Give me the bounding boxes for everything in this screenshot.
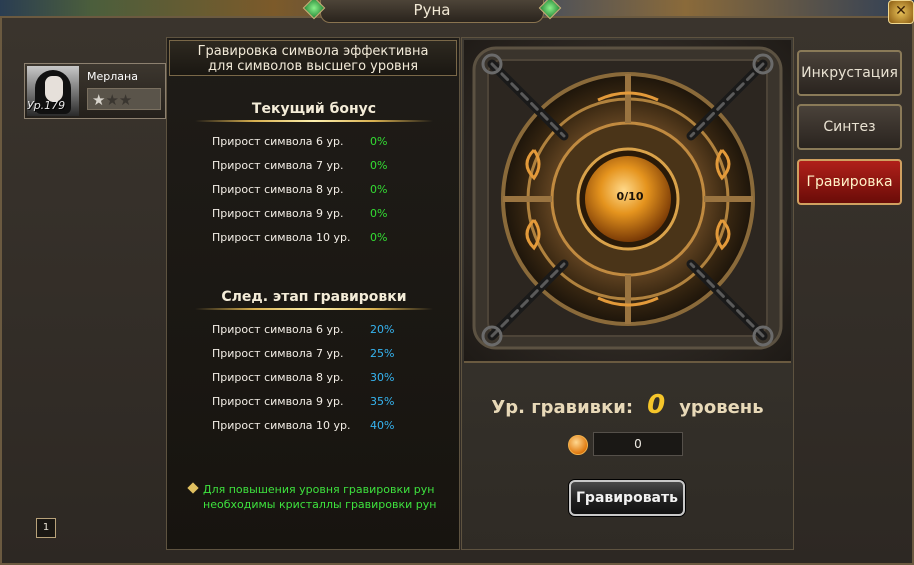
bonus-label: Прирост символа 10 ур. (212, 231, 351, 244)
engrave-info-panel: Гравировка символа эффективна для символ… (166, 37, 460, 550)
bonus-label: Прирост символа 7 ур. (212, 347, 344, 360)
current-bonus-row: Прирост символа 9 ур. 0% (212, 207, 432, 225)
bonus-label: Прирост символа 8 ур. (212, 371, 344, 384)
window-title: Руна (320, 0, 544, 23)
tab-synthesis[interactable]: Синтез (797, 104, 902, 150)
next-stage-title: След. этап гравировки (221, 289, 407, 305)
next-stage-row: Прирост символа 9 ур. 35% (212, 395, 432, 413)
section-divider (195, 120, 433, 122)
bonus-label: Прирост символа 8 ур. (212, 183, 344, 196)
bonus-label: Прирост символа 6 ур. (212, 323, 344, 336)
section-divider (195, 308, 433, 310)
character-stars: ★★★ (87, 88, 161, 110)
next-stage-row: Прирост символа 10 ур. 40% (212, 419, 432, 437)
character-name: Мерлана (87, 70, 138, 83)
tab-engrave[interactable]: Гравировка (797, 159, 902, 205)
character-level: Ур.179 (27, 99, 66, 112)
bonus-value: 20% (370, 323, 395, 336)
engrave-panel (461, 37, 794, 550)
engrave-progress: 0/10 (616, 190, 644, 203)
info-header: Гравировка символа эффективна для символ… (169, 40, 457, 76)
engrave-level-value: 0 (647, 390, 666, 420)
current-bonus-row: Прирост символа 8 ур. 0% (212, 183, 432, 201)
engrave-level-label: Ур. гравивки: (491, 397, 634, 418)
bonus-label: Прирост символа 10 ур. (212, 419, 351, 432)
hint-line2: необходимы кристаллы гравировки рун (203, 498, 437, 511)
character-card[interactable]: Ур.179 Мерлана ★★★ (24, 63, 166, 119)
star-filled-icon: ★ (92, 91, 106, 109)
bonus-value: 0% (370, 135, 388, 148)
info-header-line2: для символов высшего уровня (207, 59, 419, 74)
bonus-label: Прирост символа 6 ур. (212, 135, 344, 148)
bonus-value: 0% (370, 183, 388, 196)
next-stage-row: Прирост символа 6 ур. 20% (212, 323, 432, 341)
hint-line1: Для повышения уровня гравировки рун (203, 483, 435, 496)
next-stage-row: Прирост символа 8 ур. 30% (212, 371, 432, 389)
engrave-level-suffix: уровень (679, 397, 764, 418)
bonus-value: 30% (370, 371, 395, 384)
close-button[interactable]: ✕ (888, 0, 914, 24)
bonus-value: 35% (370, 395, 395, 408)
star-empty-icon: ★ (118, 91, 133, 109)
current-bonus-row: Прирост символа 7 ур. 0% (212, 159, 432, 177)
engrave-level: Ур. гравивки: 0 уровень (461, 390, 794, 420)
bonus-value: 25% (370, 347, 395, 360)
window-title-text: Руна (413, 1, 451, 19)
bonus-label: Прирост символа 9 ур. (212, 395, 344, 408)
bonus-value: 0% (370, 231, 388, 244)
current-bonus-row: Прирост символа 10 ур. 0% (212, 231, 432, 249)
engrave-hint: Для повышения уровня гравировки рун необ… (187, 482, 459, 512)
engrave-button[interactable]: Гравировать (569, 480, 685, 516)
current-bonus-row: Прирост символа 6 ур. 0% (212, 135, 432, 153)
tab-inlay[interactable]: Инкрустация (797, 50, 902, 96)
next-stage-row: Прирост символа 7 ур. 25% (212, 347, 432, 365)
bonus-value: 0% (370, 207, 388, 220)
bonus-value: 0% (370, 159, 388, 172)
star-empty-icon: ★ (105, 91, 119, 109)
bonus-value: 40% (370, 419, 395, 432)
current-bonus-title: Текущий бонус (251, 101, 377, 117)
info-header-line1: Гравировка символа эффективна (197, 44, 429, 59)
crystal-icon (568, 435, 588, 455)
bonus-label: Прирост символа 9 ур. (212, 207, 344, 220)
crystal-count: 0 (593, 432, 683, 456)
page-indicator[interactable]: 1 (36, 518, 56, 538)
bonus-label: Прирост символа 7 ур. (212, 159, 344, 172)
